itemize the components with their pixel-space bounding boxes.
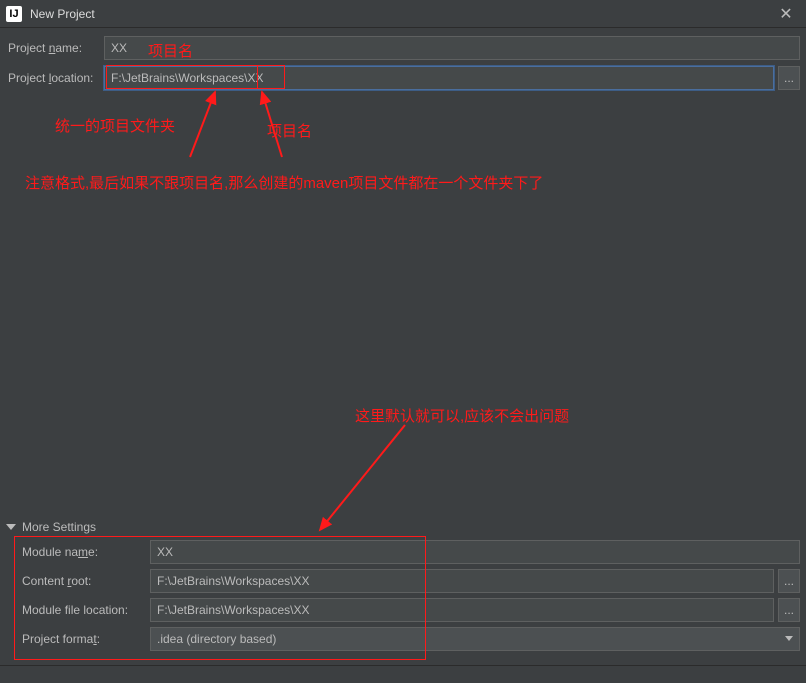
annotation-project-name-2: 项目名	[267, 120, 312, 141]
project-name-input[interactable]	[104, 36, 800, 60]
project-location-input[interactable]	[104, 66, 774, 90]
module-file-location-input[interactable]	[150, 598, 774, 622]
annotation-default-ok: 这里默认就可以,应该不会出问题	[355, 405, 569, 426]
annotation-unified-folder: 统一的项目文件夹	[55, 115, 175, 136]
browse-location-button[interactable]: ...	[778, 66, 800, 90]
module-name-label: Module name:	[20, 545, 150, 559]
project-format-value: .idea (directory based)	[157, 632, 276, 646]
chevron-down-icon	[785, 636, 793, 641]
titlebar: IJ New Project ✕	[0, 0, 806, 28]
annotation-format-warning: 注意格式,最后如果不跟项目名,那么创建的maven项目文件都在一个文件夹下了	[25, 172, 543, 193]
close-icon[interactable]: ✕	[772, 0, 800, 28]
content-root-label: Content root:	[20, 574, 150, 588]
annotation-project-name: 项目名	[148, 40, 193, 61]
chevron-down-icon	[6, 524, 16, 530]
more-settings-label: More Settings	[22, 520, 96, 534]
browse-content-root-button[interactable]: ...	[778, 569, 800, 593]
project-location-label: Project location:	[6, 71, 104, 85]
more-settings-section: More Settings Module name: Content root:…	[6, 520, 800, 656]
form-top: Project name: Project location: ...	[0, 28, 806, 90]
project-format-label: Project format:	[20, 632, 150, 646]
app-icon: IJ	[6, 6, 22, 22]
browse-module-file-button[interactable]: ...	[778, 598, 800, 622]
arrow-icon	[180, 87, 240, 167]
project-format-select[interactable]: .idea (directory based)	[150, 627, 800, 651]
content-root-input[interactable]	[150, 569, 774, 593]
more-settings-toggle[interactable]: More Settings	[6, 520, 800, 534]
window-title: New Project	[30, 7, 772, 21]
module-file-location-label: Module file location:	[20, 603, 150, 617]
divider	[0, 665, 806, 666]
module-name-input[interactable]	[150, 540, 800, 564]
project-name-label: Project name:	[6, 41, 104, 55]
